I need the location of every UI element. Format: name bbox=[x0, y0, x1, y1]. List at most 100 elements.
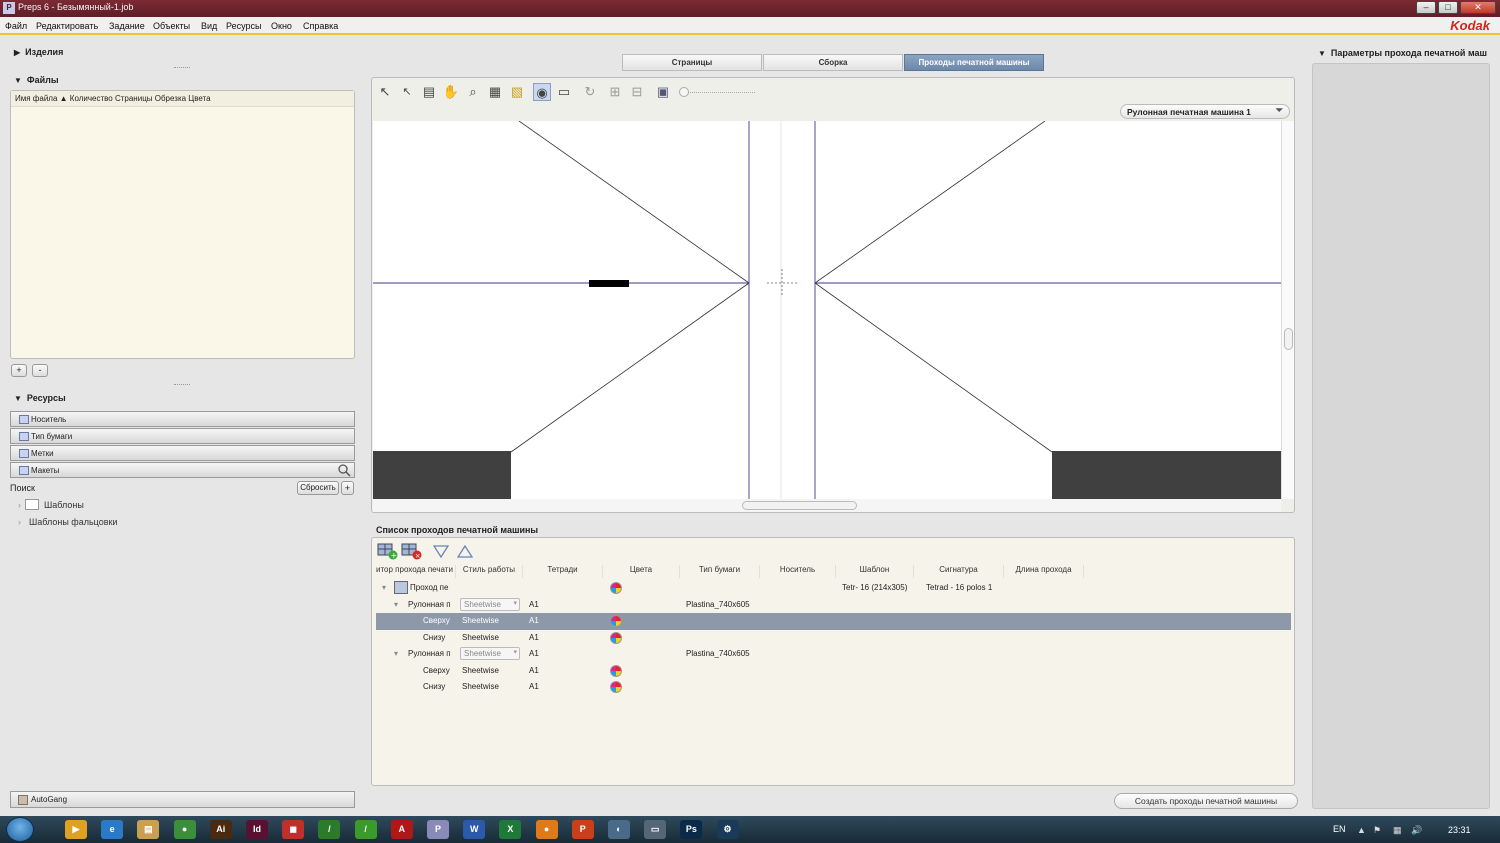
network-tray-icon[interactable]: ▦ bbox=[1393, 825, 1402, 836]
accordion-marks[interactable]: Метки bbox=[10, 445, 355, 461]
add-layout-button[interactable]: + bbox=[341, 481, 354, 495]
color-wheel-icon[interactable] bbox=[610, 681, 622, 693]
minimize-button[interactable]: – bbox=[1416, 1, 1436, 14]
monitor-icon[interactable]: ▣ bbox=[654, 83, 672, 101]
accordion-media[interactable]: Носитель bbox=[10, 411, 355, 427]
explorer-icon[interactable]: ▤ bbox=[137, 820, 160, 839]
tree-toggle-icon[interactable]: ▾ bbox=[394, 600, 398, 609]
excel-icon[interactable]: X bbox=[499, 820, 522, 839]
tray-expand-icon[interactable]: ▲ bbox=[1357, 825, 1366, 835]
move-down-icon[interactable] bbox=[433, 545, 449, 558]
clock[interactable]: 23:31 bbox=[1448, 825, 1471, 835]
tree-toggle-icon[interactable]: ▾ bbox=[382, 583, 386, 592]
work-style-select[interactable]: Sheetwise ▾ bbox=[460, 597, 520, 611]
page-tool-icon[interactable]: ▤ bbox=[420, 83, 438, 101]
firefox-icon[interactable]: ● bbox=[535, 820, 558, 839]
menu-edit[interactable]: Редактировать bbox=[36, 21, 98, 31]
word-icon[interactable]: W bbox=[463, 820, 486, 839]
security-icon[interactable]: ◼ bbox=[282, 820, 305, 839]
tab-pages[interactable]: Страницы bbox=[622, 54, 762, 71]
settings-icon[interactable]: ⚙ bbox=[716, 820, 739, 839]
accordion-paper-type[interactable]: Тип бумаги bbox=[10, 428, 355, 444]
table-row[interactable]: ▾ Рулонная п Sheetwise ▾ A1 Plastina_740x605 bbox=[376, 646, 1291, 663]
accordion-layouts[interactable]: Макеты bbox=[10, 462, 355, 478]
products-section-header[interactable]: ▶ Изделия bbox=[14, 47, 63, 57]
tab-assembly[interactable]: Сборка bbox=[763, 54, 903, 71]
column-header-signatures[interactable]: Тетради bbox=[523, 565, 603, 578]
indesign-icon[interactable]: Id bbox=[246, 820, 268, 839]
press-select[interactable]: Рулонная печатная машина 1 ⏷ bbox=[1120, 104, 1290, 119]
tree-item-templates[interactable]: › Шаблоны bbox=[18, 499, 84, 510]
column-header-press-run[interactable]: итор прохода печати bbox=[376, 565, 456, 578]
create-press-runs-button[interactable]: Создать проходы печатной машины bbox=[1114, 793, 1298, 809]
reset-button[interactable]: Сбросить bbox=[297, 481, 339, 495]
menu-view[interactable]: Вид bbox=[201, 21, 217, 31]
media-player-icon[interactable]: ▶ bbox=[65, 820, 87, 839]
start-button[interactable] bbox=[6, 817, 34, 842]
table-row[interactable]: Снизу Sheetwise A1 bbox=[376, 679, 1291, 696]
chrome-icon[interactable]: ● bbox=[173, 820, 196, 839]
preps-icon[interactable]: P bbox=[427, 820, 449, 839]
vertical-scrollbar[interactable] bbox=[1281, 121, 1294, 499]
press-sheet-canvas[interactable] bbox=[373, 121, 1281, 499]
column-header-colors[interactable]: Цвета bbox=[603, 565, 680, 578]
zoom-slider-handle[interactable] bbox=[679, 87, 689, 97]
subselect-arrow-icon[interactable]: ↖ bbox=[398, 83, 416, 101]
hand-icon[interactable]: ✋ bbox=[442, 83, 460, 101]
search-icon[interactable] bbox=[338, 464, 351, 477]
column-header-template[interactable]: Шаблон bbox=[836, 565, 914, 578]
color-wheel-icon[interactable] bbox=[610, 631, 622, 644]
scrollbar-thumb[interactable] bbox=[742, 501, 857, 510]
tile-b-icon[interactable]: ⊟ bbox=[628, 83, 646, 101]
remove-file-button[interactable]: - bbox=[32, 364, 48, 377]
splitter-grip[interactable] bbox=[174, 384, 190, 386]
zoom-slider-track[interactable] bbox=[683, 92, 755, 94]
add-press-run-icon[interactable]: + bbox=[377, 542, 399, 560]
zoom-icon[interactable]: ⌕ bbox=[464, 83, 482, 101]
files-list[interactable]: Имя файла ▲ Количество Страницы Обрезка … bbox=[10, 90, 355, 359]
column-header-run-length[interactable]: Длина прохода bbox=[1004, 565, 1084, 578]
table-row[interactable]: Снизу Sheetwise A1 bbox=[376, 630, 1291, 647]
powerpoint-icon[interactable]: P bbox=[571, 820, 594, 839]
column-header-paper-type[interactable]: Тип бумаги bbox=[680, 565, 760, 578]
table-row[interactable]: Сверху Sheetwise A1 bbox=[376, 663, 1291, 680]
column-header-work-style[interactable]: Стиль работы bbox=[456, 565, 523, 578]
ruler-icon[interactable]: ▭ bbox=[555, 83, 573, 101]
color-wheel-icon[interactable] bbox=[610, 582, 622, 594]
close-button[interactable]: ✕ bbox=[1460, 1, 1496, 14]
menu-objects[interactable]: Объекты bbox=[153, 21, 190, 31]
horizontal-scrollbar[interactable] bbox=[373, 499, 1281, 512]
splitter-grip[interactable] bbox=[174, 67, 190, 69]
column-header-signature[interactable]: Сигнатура bbox=[914, 565, 1004, 578]
network-icon[interactable]: ◐ bbox=[608, 820, 630, 839]
color-wheel-icon[interactable] bbox=[610, 664, 622, 677]
scrollbar-thumb[interactable] bbox=[1284, 328, 1293, 350]
tree-item-fold-templates[interactable]: › Шаблоны фальцовки bbox=[18, 517, 117, 527]
press-run-params-header[interactable]: ▼ Параметры прохода печатной маш bbox=[1318, 48, 1490, 58]
tab-press-runs[interactable]: Проходы печатной машины bbox=[904, 54, 1044, 71]
maximize-button[interactable]: □ bbox=[1438, 1, 1458, 14]
select-arrow-icon[interactable]: ↖ bbox=[376, 83, 394, 101]
menu-window[interactable]: Окно bbox=[271, 21, 292, 31]
table-row[interactable]: Сверху Sheetwise A1 bbox=[376, 613, 1291, 630]
menu-help[interactable]: Справка bbox=[303, 21, 338, 31]
delete-press-run-icon[interactable]: × bbox=[401, 542, 423, 560]
menu-job[interactable]: Задание bbox=[109, 21, 145, 31]
move-up-icon[interactable] bbox=[457, 545, 473, 558]
app-green-icon[interactable]: / bbox=[318, 820, 341, 839]
terminal-icon[interactable]: ▭ bbox=[644, 820, 667, 839]
menu-resources[interactable]: Ресурсы bbox=[226, 21, 262, 31]
resources-section-header[interactable]: ▼ Ресурсы bbox=[14, 393, 66, 403]
language-indicator[interactable]: EN bbox=[1333, 824, 1346, 834]
files-column-header[interactable]: Имя файла ▲ Количество Страницы Обрезка … bbox=[11, 91, 354, 107]
table-row[interactable]: ▾ Проход пе Tetr- 16 (214x305) Tetrad - 16 … bbox=[376, 580, 1291, 597]
autogang-panel[interactable]: AutoGang bbox=[10, 791, 355, 808]
grid-icon[interactable]: ▦ bbox=[486, 83, 504, 101]
tile-a-icon[interactable]: ⊞ bbox=[606, 83, 624, 101]
files-section-header[interactable]: ▼ Файлы bbox=[14, 75, 59, 85]
app-green2-icon[interactable]: / bbox=[354, 820, 377, 839]
work-style-select[interactable]: Sheetwise ▾ bbox=[460, 647, 520, 660]
layout-color-icon[interactable]: ▧ bbox=[508, 83, 526, 101]
acrobat-icon[interactable]: A bbox=[390, 820, 413, 839]
table-row[interactable]: ▾ Рулонная п Sheetwise ▾ A1 Plastina_740x605 bbox=[376, 597, 1291, 614]
